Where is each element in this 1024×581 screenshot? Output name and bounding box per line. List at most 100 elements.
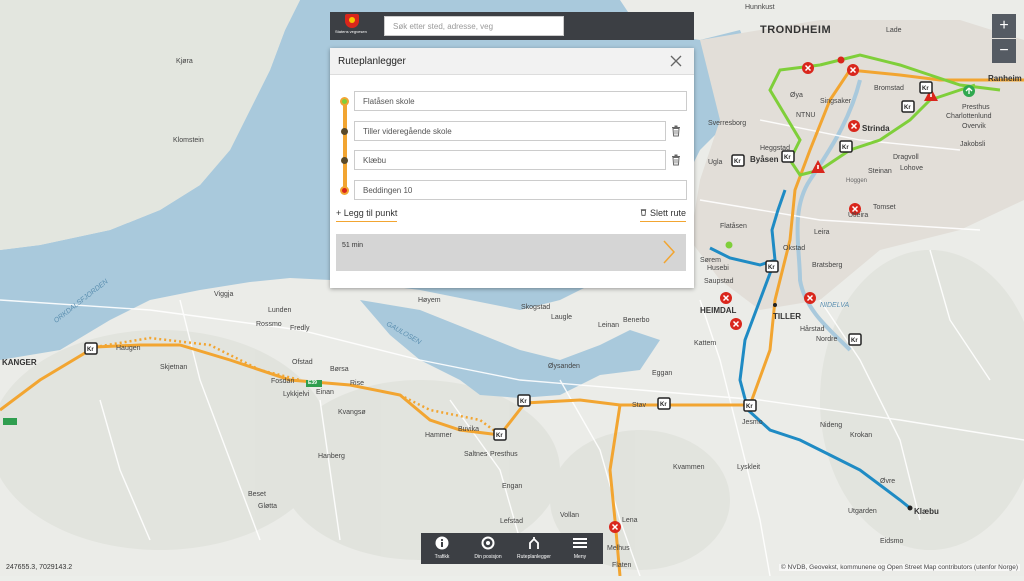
chevron-right-icon [663, 240, 676, 264]
map-label-singsaker: Singsaker [820, 98, 852, 105]
svg-text:Kr: Kr [746, 404, 753, 410]
logo-shield-icon [345, 14, 359, 28]
zoom-out-button[interactable]: − [992, 39, 1016, 63]
map-label-kanger: KANGER [2, 358, 37, 367]
stop-input-via-2[interactable] [354, 150, 666, 170]
map-label-bratsberg: Bratsberg [812, 262, 843, 269]
toolbar-menu-button[interactable]: Meny [559, 533, 601, 564]
toolbar-traffic-label: Trafikk [434, 554, 450, 560]
logo-text: Statens vegvesen [335, 29, 367, 34]
map-label-hunnkust: Hunnkust [745, 4, 775, 11]
map-label-hanberg: Hanberg [318, 453, 345, 460]
panel-title: Ruteplanlegger [338, 56, 406, 67]
map-label-presthus2: Presthus [962, 104, 990, 111]
svg-text:Kr: Kr [922, 86, 929, 92]
trash-icon[interactable] [671, 154, 681, 166]
start-marker-icon [340, 97, 349, 106]
stop-input-end[interactable] [354, 180, 687, 200]
map-label-eidsmo: Eidsmo [880, 538, 904, 545]
map-label-heggstad: Heggstad [760, 145, 790, 152]
map-label-fredly: Fredly [290, 325, 310, 332]
map-label-kjora: Kjøra [176, 58, 193, 65]
map-label-tomset: Tomset [873, 204, 896, 211]
map-label-strinda: Strinda [862, 124, 890, 133]
add-stop-button[interactable]: + Legg til punkt [336, 208, 398, 222]
map-label-lefstad: Lefstad [500, 518, 523, 525]
route-planner-panel: Ruteplanlegger + Legg til punkt [330, 48, 694, 288]
map-label-eggan: Eggan [652, 370, 673, 377]
stop-input-start[interactable] [354, 91, 687, 111]
map-label-sverresborg: Sverresborg [708, 120, 747, 127]
map-label-byasen: Byåsen [750, 155, 779, 164]
map-label-nidelva: NIDELVA [820, 302, 850, 309]
map-label-nideng: Nideng [820, 422, 843, 429]
map-label-charlottenlund: Charlottenlund [946, 113, 992, 120]
close-icon[interactable] [668, 53, 684, 69]
plus-icon: + [336, 208, 342, 218]
map-label-leira: Leira [814, 229, 830, 236]
svg-text:Kr: Kr [842, 145, 849, 151]
map-label-klaebu: Klæbu [914, 507, 939, 516]
map-label-hoyem: Høyem [418, 297, 441, 304]
map-label-utleira: Utleira [848, 212, 869, 219]
map-label-okstad: Okstad [783, 245, 806, 252]
map-label-rossmo: Rossmo [256, 321, 282, 328]
route-stop [354, 180, 688, 200]
toolbar-route-button[interactable]: Ruteplanlegger [513, 533, 555, 564]
menu-icon [573, 538, 587, 548]
map-label-skjetnan: Skjetnan [160, 364, 188, 371]
map-label-glotta: Gløtta [258, 503, 278, 510]
route-stop [354, 91, 688, 111]
info-icon [435, 536, 449, 550]
map-label-skogstad: Skogstad [521, 304, 551, 311]
stop-input-via-1[interactable] [354, 121, 666, 141]
map-label-lunden: Lunden [268, 307, 292, 314]
map-label-steinan: Steinan [868, 168, 892, 175]
route-stop [354, 150, 688, 170]
road-badge-e39: E39 [308, 380, 317, 386]
toolbar-position-button[interactable]: Din posisjon [467, 533, 509, 564]
map-label-kvangso: Kvangsø [338, 409, 366, 416]
map-label-kattem: Kattem [694, 340, 717, 347]
map-label-husebi: Husebi [707, 265, 729, 272]
zoom-in-button[interactable]: + [992, 14, 1016, 38]
map-label-hostad: Hårstad [800, 326, 825, 333]
map-label-lena: Lena [622, 517, 638, 524]
svg-text:Kr: Kr [660, 402, 667, 408]
route-duration: 51 min [342, 242, 364, 249]
clear-route-button[interactable]: Slett rute [640, 208, 686, 222]
map-label-sorem: Sørem [700, 257, 721, 264]
map-label-haugen: Haugen [116, 345, 141, 352]
route-result-item[interactable]: 51 min [336, 234, 686, 271]
location-icon [481, 536, 495, 550]
map-label-overvik: Overvik [962, 123, 986, 130]
map-label-presthus: Presthus [490, 451, 518, 458]
toolbar-traffic-button[interactable]: Trafikk [421, 533, 463, 564]
map-label-rise: Rise [350, 380, 365, 387]
map-label-trondheim: TRONDHEIM [760, 24, 832, 36]
map-label-leinan: Leinan [598, 322, 620, 329]
map-label-kvammen: Kvammen [673, 464, 705, 471]
route-stop [354, 121, 688, 141]
map-label-utgarden: Utgarden [848, 508, 877, 515]
route-icon [529, 537, 539, 549]
svg-text:Kr: Kr [768, 265, 775, 271]
map-label-bromstad: Bromstad [874, 85, 904, 92]
via-marker-icon [341, 157, 348, 164]
svg-text:Kr: Kr [904, 105, 911, 111]
map-label-ugla: Ugla [708, 159, 723, 166]
map-label-dragvoll: Dragvoll [893, 154, 919, 161]
statens-vegvesen-logo[interactable]: Statens vegvesen [335, 14, 367, 38]
map-label-hoggen: Hoggen [846, 178, 868, 184]
map-label-flatasen: Flatåsen [720, 223, 747, 230]
map-coordinates: 247655.3, 7029143.2 [6, 564, 73, 571]
via-marker-icon [341, 128, 348, 135]
map-label-jesmo: Jesmo [742, 419, 763, 426]
svg-text:Kr: Kr [734, 159, 741, 165]
map-label-ranheim: Ranheim [988, 74, 1022, 83]
trash-icon[interactable] [671, 125, 681, 137]
map-label-klomstein: Klomstein [173, 137, 204, 144]
end-marker-icon [340, 186, 349, 195]
search-input[interactable] [384, 16, 564, 36]
map-label-oysanden: Øysanden [548, 363, 580, 370]
